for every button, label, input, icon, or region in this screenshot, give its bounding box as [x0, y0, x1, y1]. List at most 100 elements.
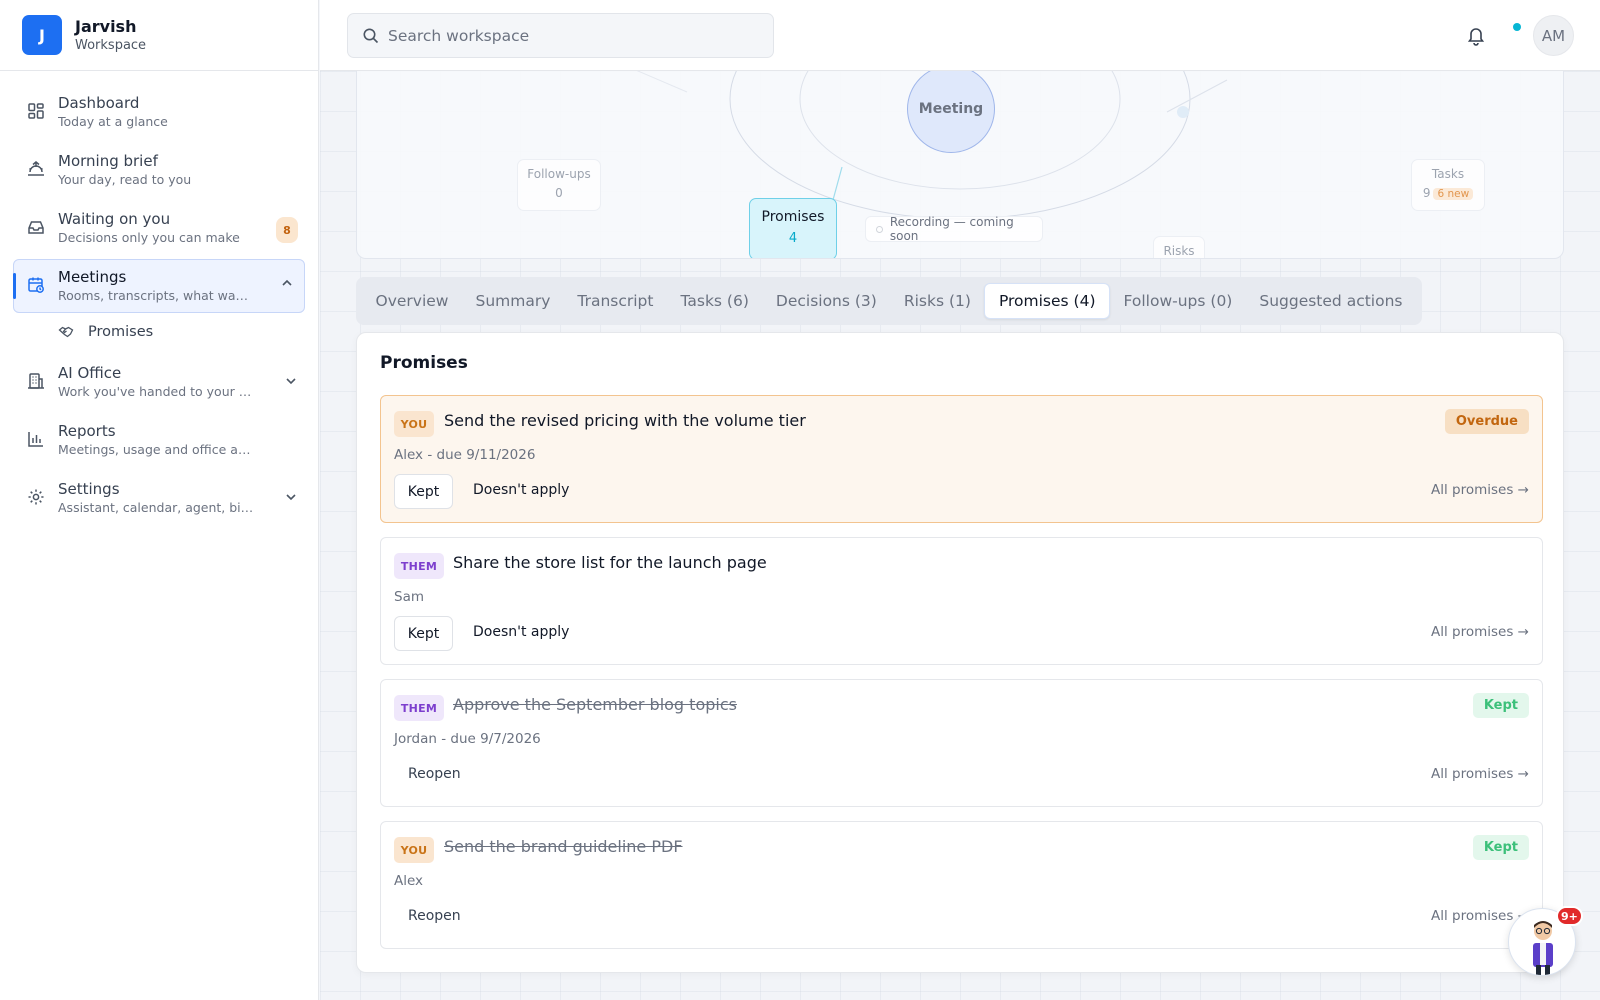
recording-label: Recording — coming soon [889, 215, 1014, 243]
map-node-label: Tasks [1431, 167, 1465, 181]
tab-summary[interactable]: Summary [462, 283, 564, 319]
notification-dot [1513, 23, 1521, 31]
promise-meta: Sam [394, 589, 424, 605]
assistant-widget[interactable]: 9+ [1508, 896, 1583, 976]
status-badge: Overdue [1444, 409, 1529, 434]
assistant-notification-badge: 9+ [1556, 906, 1583, 926]
status-badge: Kept [1472, 693, 1529, 718]
tab-tasks[interactable]: Tasks (6) [667, 283, 762, 319]
map-node-tasks[interactable]: Tasks 96 new [1411, 159, 1485, 211]
map-node-count: 9 [1422, 186, 1431, 200]
all-promises-link[interactable]: All promises → [1431, 624, 1529, 640]
sidebar-item-label: Morning brief [58, 152, 158, 170]
sidebar-item-description: Meetings, usage and office activity [58, 442, 254, 457]
sidebar-item-morning-brief[interactable]: Morning brief Your day, read to you [13, 143, 305, 197]
new-badge: 6 new [1433, 188, 1474, 200]
sidebar-item-settings[interactable]: Settings Assistant, calendar, agent, bil… [13, 471, 305, 525]
mark-kept-button[interactable]: Kept [394, 616, 453, 651]
search-input[interactable] [388, 14, 768, 57]
promise-meta: Alex - due 9/11/2026 [394, 447, 536, 463]
sidebar-item-description: Work you've handed to your agents [58, 384, 254, 399]
chevron-down-icon[interactable] [282, 488, 300, 506]
sidebar-item-dashboard[interactable]: Dashboard Today at a glance [13, 85, 305, 139]
map-node-label: Follow-ups [527, 167, 591, 181]
map-node-promises[interactable]: Promises 4 [749, 198, 837, 258]
inbox-icon [28, 221, 44, 234]
record-icon [876, 225, 883, 233]
chevron-up-icon[interactable] [278, 274, 296, 292]
sidebar-item-description: Assistant, calendar, agent, billing [58, 500, 254, 515]
sidebar-item-label: Reports [58, 422, 116, 440]
sidebar: J Jarvish Workspace Dashboard Today at a… [0, 0, 319, 1000]
sidebar-item-description: Decisions only you can make [58, 230, 240, 245]
brand[interactable]: J Jarvish Workspace [0, 0, 318, 71]
owner-tag: THEM [394, 553, 444, 579]
avatar[interactable]: AM [1533, 15, 1574, 56]
map-node-count: 4 [788, 231, 798, 246]
tab-decisions[interactable]: Decisions (3) [762, 283, 890, 319]
building-icon [28, 373, 44, 389]
promise-meta: Alex [394, 873, 424, 889]
map-node-followups[interactable]: Follow-ups 0 [517, 159, 601, 211]
calendar-clock-icon [28, 277, 44, 293]
reopen-button[interactable]: Reopen [408, 908, 461, 924]
sidebar-subitem-label: Promises [88, 324, 154, 340]
promise-meta: Jordan - due 9/7/2026 [394, 731, 541, 747]
meeting-tabs: Overview Summary Transcript Tasks (6) De… [356, 277, 1422, 325]
bell-icon[interactable] [1465, 24, 1487, 46]
sidebar-item-waiting-on-you[interactable]: Waiting on you Decisions only you can ma… [13, 201, 305, 255]
doesnt-apply-button[interactable]: Doesn't apply [473, 482, 569, 498]
sidebar-subitem-promises[interactable]: Promises [36, 317, 305, 347]
status-badge: Kept [1472, 835, 1529, 860]
panel-title: Promises [380, 353, 468, 373]
top-bar: AM [320, 0, 1600, 71]
owner-tag: THEM [394, 695, 444, 721]
all-promises-link[interactable]: All promises → [1431, 766, 1529, 782]
main-content: Follow-ups 0 Tasks 96 new Risks 1 Meetin… [320, 71, 1600, 1000]
promise-text: Send the revised pricing with the volume… [444, 411, 806, 430]
map-node-label: Risks [1163, 244, 1195, 258]
owner-tag: YOU [394, 411, 434, 437]
sidebar-item-meetings[interactable]: Meetings Rooms, transcripts, what was di… [13, 259, 305, 313]
sidebar-item-reports[interactable]: Reports Meetings, usage and office activ… [13, 413, 305, 467]
promise-text: Send the brand guideline PDF [444, 837, 683, 856]
gear-icon [28, 489, 44, 505]
app-logo: J [22, 15, 62, 55]
sidebar-nav: Dashboard Today at a glance Morning brie… [0, 71, 318, 525]
tab-overview[interactable]: Overview [362, 283, 462, 319]
recording-status: Recording — coming soon [865, 215, 1043, 243]
promise-card: YOU Send the brand guideline PDF Kept Al… [380, 821, 1543, 949]
sidebar-item-description: Rooms, transcripts, what was discussed [58, 288, 254, 303]
map-node-label: Promises [761, 209, 825, 225]
tab-transcript[interactable]: Transcript [564, 283, 667, 319]
map-node-count: 0 [555, 186, 563, 200]
tab-follow-ups[interactable]: Follow-ups (0) [1110, 283, 1246, 319]
promise-text: Approve the September blog topics [453, 695, 737, 714]
mark-kept-button[interactable]: Kept [394, 474, 453, 509]
owner-tag: YOU [394, 837, 434, 863]
sidebar-item-ai-office[interactable]: AI Office Work you've handed to your age… [13, 355, 305, 409]
tab-risks[interactable]: Risks (1) [890, 283, 984, 319]
dashboard-icon [28, 103, 44, 119]
promise-text: Share the store list for the launch page [453, 553, 767, 572]
bar-chart-icon [28, 432, 43, 447]
search-box[interactable] [347, 13, 774, 58]
tab-suggested-actions[interactable]: Suggested actions [1246, 283, 1416, 319]
chevron-down-icon[interactable] [282, 372, 300, 390]
sidebar-item-label: Meetings [58, 268, 127, 286]
sidebar-item-description: Today at a glance [58, 114, 168, 129]
reopen-button[interactable]: Reopen [408, 766, 461, 782]
sunrise-icon [28, 161, 44, 176]
all-promises-link[interactable]: All promises → [1431, 482, 1529, 498]
sidebar-item-label: Dashboard [58, 94, 140, 112]
sidebar-item-description: Your day, read to you [58, 172, 192, 187]
tab-promises[interactable]: Promises (4) [984, 283, 1111, 319]
promise-card: THEM Share the store list for the launch… [380, 537, 1543, 665]
search-icon [363, 28, 379, 44]
promises-panel: Promises YOU Send the revised pricing wi… [356, 332, 1564, 973]
doesnt-apply-button[interactable]: Doesn't apply [473, 624, 569, 640]
sidebar-item-label: AI Office [58, 364, 122, 382]
meeting-map: Follow-ups 0 Tasks 96 new Risks 1 Meetin… [356, 71, 1564, 259]
promise-card: THEM Approve the September blog topics K… [380, 679, 1543, 807]
map-node-risks[interactable]: Risks 1 [1153, 236, 1205, 258]
